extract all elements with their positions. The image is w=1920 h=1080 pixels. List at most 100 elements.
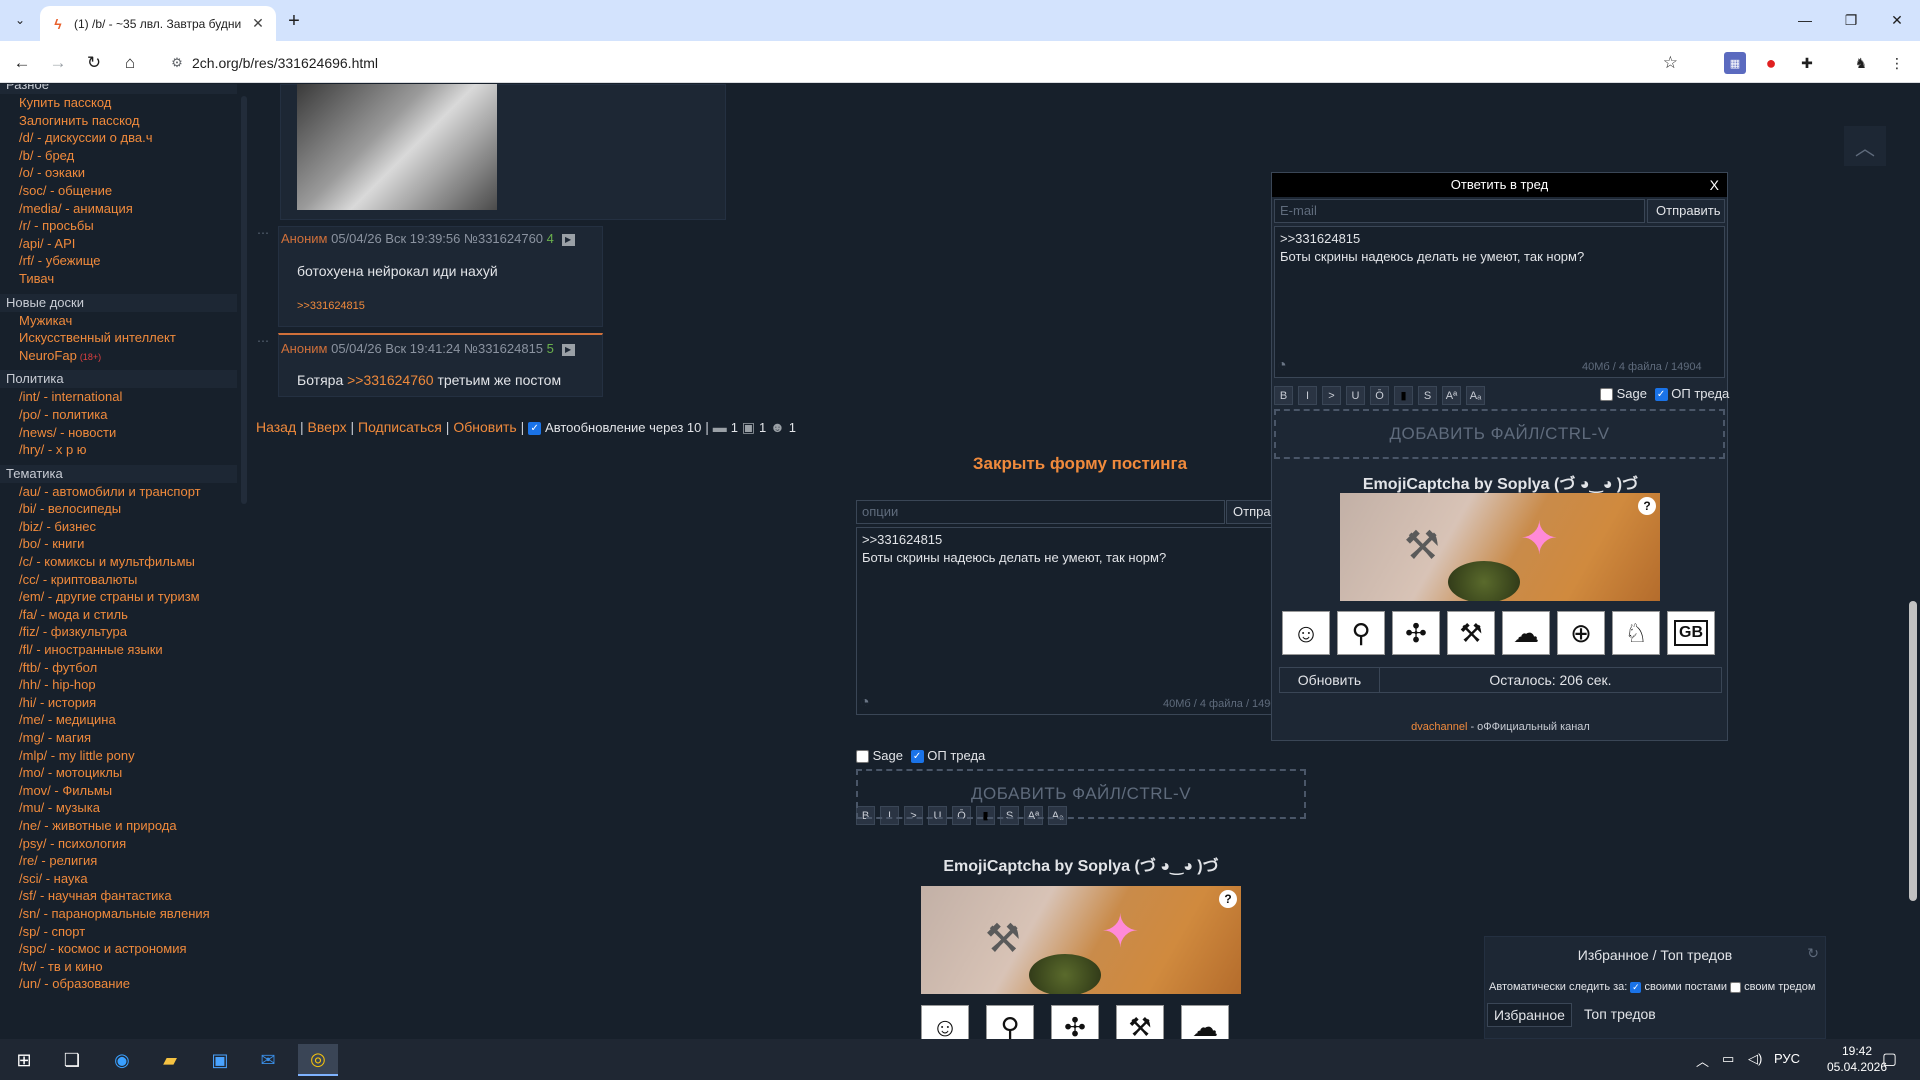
submit-button[interactable]: Отправить	[1226, 500, 1272, 524]
sidebar-board-link[interactable]: /mg/ - магия	[0, 729, 237, 747]
sidebar-board-link[interactable]: /api/ - API	[0, 235, 237, 253]
browser-tab-active[interactable]: ϟ (1) /b/ - ~35 лвл. Завтра будни ✕	[40, 6, 276, 41]
format-button[interactable]: ▮	[1394, 386, 1413, 405]
captcha-emoji-button[interactable]: ☺	[921, 1005, 969, 1039]
sidebar-board-link[interactable]: /rf/ - убежище	[0, 252, 237, 270]
format-button[interactable]: Aₐ	[1466, 386, 1485, 405]
tab-close-icon[interactable]: ✕	[250, 15, 266, 32]
op-checkbox[interactable]: ✓	[910, 750, 924, 764]
sidebar-board-link[interactable]: /o/ - оэкаки	[0, 164, 237, 182]
thread-up-link[interactable]: Вверх	[308, 419, 347, 435]
captcha-emoji-button[interactable]: ⚲	[1337, 611, 1385, 655]
popup-file-dropzone[interactable]: ДОБАВИТЬ ФАЙЛ/CTRL-V	[1274, 409, 1725, 459]
sidebar-scrollbar[interactable]	[241, 96, 247, 504]
sidebar-board-link[interactable]: /r/ - просьбы	[0, 217, 237, 235]
sidebar-board-link[interactable]: /mu/ - музыка	[0, 799, 237, 817]
sidebar-board-link[interactable]: /soc/ - общение	[0, 182, 237, 200]
chrome-app[interactable]: ◎	[298, 1044, 338, 1076]
format-button[interactable]: I	[1298, 386, 1317, 405]
opera-extension-icon[interactable]: ●	[1760, 52, 1782, 74]
sidebar-board-link[interactable]: /hi/ - история	[0, 694, 237, 712]
sidebar-board-link[interactable]: /psy/ - психология	[0, 835, 237, 853]
sidebar-board-link[interactable]: /sn/ - паранормальные явления	[0, 905, 237, 923]
sidebar-board-link[interactable]: /bo/ - книги	[0, 535, 237, 553]
forward-button[interactable]: →	[44, 49, 72, 77]
sidebar-board-link[interactable]: NeuroFap (18+)	[0, 347, 237, 365]
language-indicator[interactable]: РУС	[1774, 1051, 1800, 1066]
extension-icon[interactable]: ▦	[1724, 52, 1746, 74]
edge-app[interactable]: ◉	[102, 1044, 142, 1076]
tab-top-threads[interactable]: Топ тредов	[1572, 1003, 1668, 1027]
sidebar-board-link[interactable]: /tv/ - тв и кино	[0, 958, 237, 976]
sidebar-board-link[interactable]: Мужикач	[0, 312, 237, 330]
sidebar-board-link[interactable]: /cc/ - криптовалюты	[0, 571, 237, 589]
sidebar-board-link[interactable]: /news/ - новости	[0, 424, 237, 442]
thread-back-link[interactable]: Назад	[256, 419, 296, 435]
sidebar-board-link[interactable]: /biz/ - бизнес	[0, 518, 237, 536]
site-info-icon[interactable]: ⚙	[162, 55, 192, 71]
captcha-emoji-button[interactable]: ☁	[1502, 611, 1550, 655]
sidebar-board-link[interactable]: /em/ - другие страны и туризм	[0, 588, 237, 606]
own-thread-checkbox[interactable]	[1730, 981, 1742, 993]
sidebar-board-link[interactable]: /mlp/ - my little pony	[0, 747, 237, 765]
sidebar-board-link[interactable]: /sp/ - спорт	[0, 923, 237, 941]
task-view-button[interactable]: ❏	[52, 1044, 92, 1076]
start-button[interactable]: ⊞	[4, 1044, 44, 1076]
refresh-link[interactable]: Обновить	[453, 419, 516, 435]
tab-search-button[interactable]: ⌄	[6, 8, 34, 32]
restore-button[interactable]: ❐	[1828, 6, 1874, 34]
minimize-button[interactable]: —	[1782, 6, 1828, 34]
message-textarea[interactable]: >>331624815 Боты скрины надеюсь делать н…	[856, 527, 1272, 715]
dvachannel-link[interactable]: dvachannel	[1411, 721, 1467, 733]
tab-favorites[interactable]: Избранное	[1487, 1003, 1572, 1027]
post-dots-icon[interactable]: ⋯	[257, 226, 269, 240]
captcha-help-icon[interactable]: ?	[1638, 497, 1656, 515]
play-icon[interactable]: ▶	[561, 233, 575, 246]
format-button[interactable]: >	[1322, 386, 1341, 405]
notifications-icon[interactable]: ▢	[1882, 1049, 1897, 1069]
captcha-refresh-button[interactable]: Обновить	[1280, 668, 1380, 692]
sidebar-board-link[interactable]: Искусственный интеллект	[0, 329, 237, 347]
sidebar-board-link[interactable]: /spc/ - космос и астрономия	[0, 940, 237, 958]
close-form-link[interactable]: Закрыть форму постинга	[856, 454, 1304, 474]
email-input[interactable]: E-mail	[1274, 199, 1645, 223]
sidebar-board-link[interactable]: /int/ - international	[0, 388, 237, 406]
captcha-emoji-button[interactable]: ☺	[1282, 611, 1330, 655]
sidebar-board-link[interactable]: /re/ - религия	[0, 852, 237, 870]
sidebar-board-link[interactable]: /d/ - дискуссии о два.ч	[0, 129, 237, 147]
puzzle-extensions-icon[interactable]: ✚	[1796, 52, 1818, 74]
sidebar-board-link[interactable]: /ftb/ - футбол	[0, 659, 237, 677]
post-quote-link[interactable]: >>331624760	[347, 372, 433, 388]
captcha-emoji-button[interactable]: ⚲	[986, 1005, 1034, 1039]
store-app[interactable]: ▣	[200, 1044, 240, 1076]
captcha-emoji-button[interactable]: ♘	[1612, 611, 1660, 655]
sidebar-board-link[interactable]: Залогинить пасскод	[0, 112, 237, 130]
popup-message-textarea[interactable]: >>331624815 Боты скрины надеюсь делать н…	[1274, 226, 1725, 378]
sidebar-board-link[interactable]: /mov/ - Фильмы	[0, 782, 237, 800]
sidebar-board-link[interactable]: /media/ - анимация	[0, 200, 237, 218]
sidebar-board-link[interactable]: /au/ - автомобили и транспорт	[0, 483, 237, 501]
sidebar-board-link[interactable]: /bi/ - велосипеды	[0, 500, 237, 518]
file-dropzone[interactable]: ДОБАВИТЬ ФАЙЛ/CTRL-V	[856, 769, 1306, 819]
sidebar-board-link[interactable]: /me/ - медицина	[0, 711, 237, 729]
sidebar-board-link[interactable]: /sf/ - научная фантастика	[0, 887, 237, 905]
close-window-button[interactable]: ✕	[1874, 6, 1920, 34]
post-number[interactable]: №331624815	[464, 341, 543, 356]
sidebar-board-link[interactable]: Купить пасскод	[0, 94, 237, 112]
page-scrollbar[interactable]	[1906, 84, 1920, 1039]
explorer-app[interactable]: ▰	[150, 1044, 190, 1076]
sidebar-board-link[interactable]: /sci/ - наука	[0, 870, 237, 888]
sidebar-board-link[interactable]: /hry/ - х р ю	[0, 441, 237, 459]
scrollbar-thumb[interactable]	[1909, 601, 1917, 901]
post-image-thumbnail[interactable]	[297, 84, 497, 210]
popup-header[interactable]: Ответить в тред X	[1272, 173, 1727, 197]
captcha-emoji-button[interactable]: GB	[1667, 611, 1715, 655]
captcha-emoji-button[interactable]: ⊕	[1557, 611, 1605, 655]
sidebar-board-link[interactable]: Тивач	[0, 270, 237, 288]
popup-submit-button[interactable]: Отправить	[1647, 199, 1725, 223]
tray-overflow-icon[interactable]: ︿	[1696, 1051, 1709, 1070]
sidebar-board-link[interactable]: /un/ - образование	[0, 975, 237, 993]
reload-button[interactable]: ↻	[80, 49, 108, 77]
home-button[interactable]: ⌂	[116, 49, 144, 77]
options-input[interactable]: опции	[856, 500, 1225, 524]
